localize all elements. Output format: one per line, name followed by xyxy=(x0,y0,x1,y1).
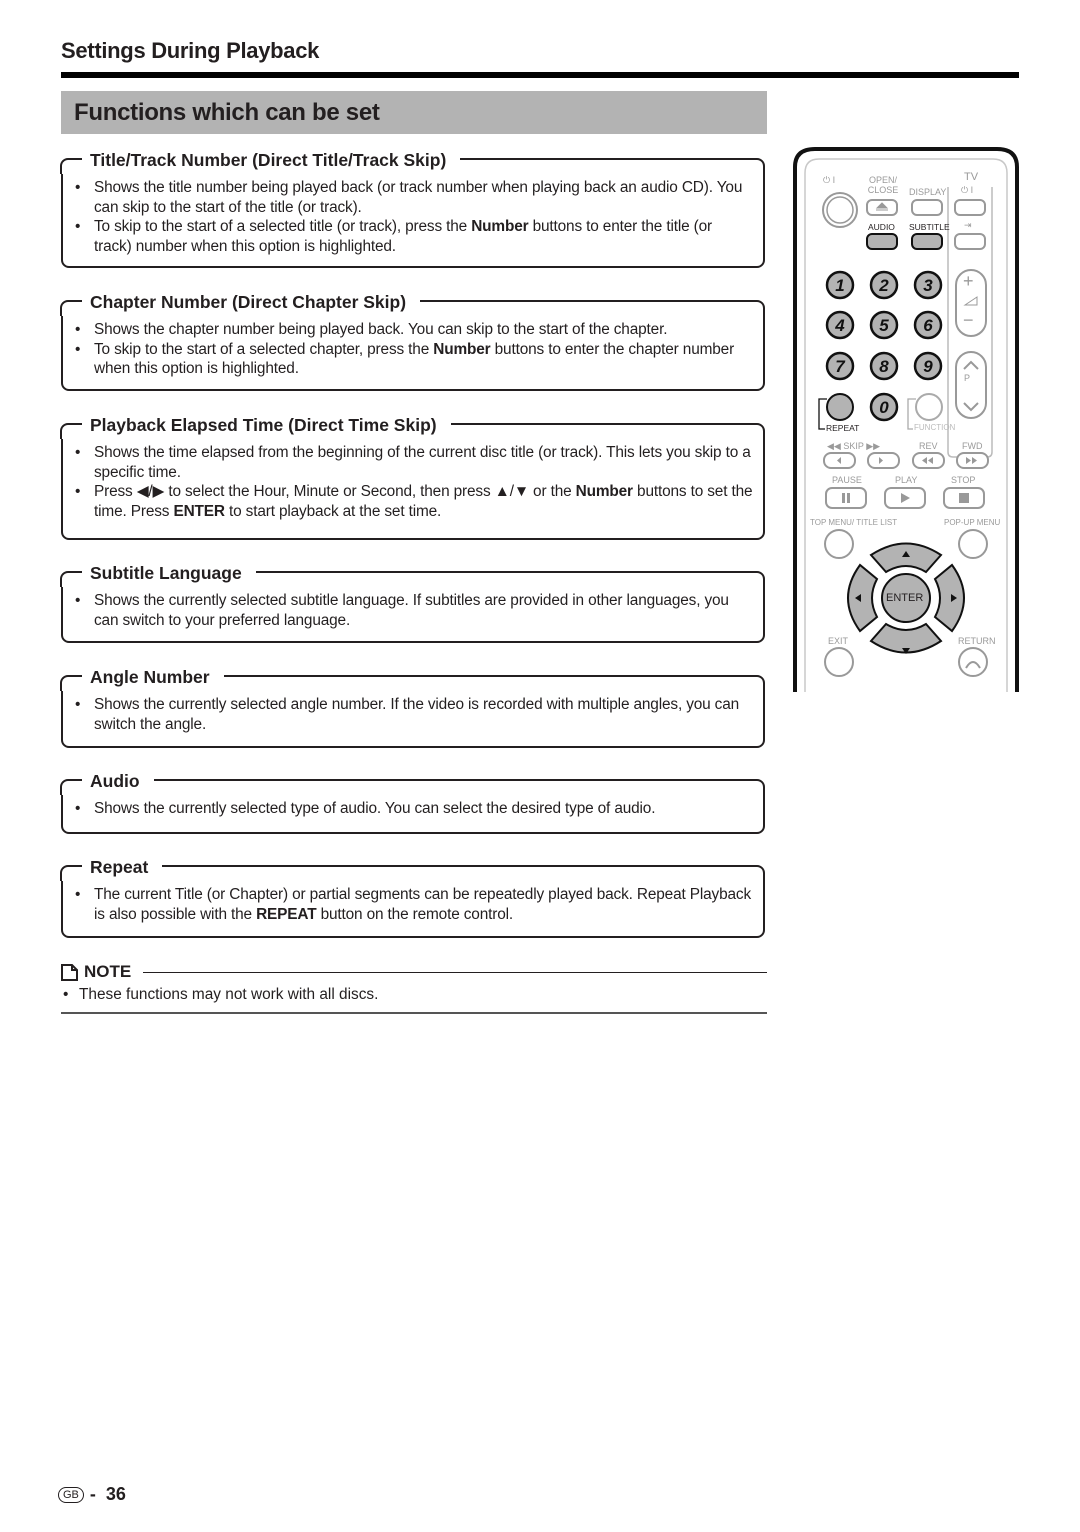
function-box-list: Shows the title number being played back… xyxy=(63,160,763,264)
stop-label: STOP xyxy=(951,475,976,485)
digit-label: 2 xyxy=(878,276,889,295)
page-separator: - xyxy=(89,1484,106,1504)
return-label: RETURN xyxy=(958,636,996,646)
page-heading: Functions which can be set xyxy=(74,99,380,126)
vol-plus-label: + xyxy=(963,271,974,291)
function-box-title: Repeat xyxy=(59,854,163,881)
pause-label: PAUSE xyxy=(832,475,862,485)
note-label: NOTE xyxy=(84,962,132,981)
tv-label: TV xyxy=(964,171,979,183)
function-box: Subtitle Language Shows the currently sel… xyxy=(60,560,765,643)
digit-label: 7 xyxy=(835,357,846,376)
note-bottom-rule xyxy=(61,1012,767,1014)
function-button xyxy=(915,393,943,421)
page-footer: GB - 36 xyxy=(58,1484,126,1505)
page-heading-band: Functions which can be set xyxy=(61,91,767,134)
section-title: Settings During Playback xyxy=(61,38,320,63)
bullet-item: Shows the currently selected type of aud… xyxy=(75,799,753,819)
bullet-item: Press ◀/▶ to select the Hour, Minute or … xyxy=(75,482,753,521)
tv-power-label: ⏻ I xyxy=(961,185,974,195)
section-rule xyxy=(61,72,1019,78)
bullet-item: Shows the currently selected angle numbe… xyxy=(75,695,753,734)
digit-label: 5 xyxy=(879,316,889,335)
digit-label: 8 xyxy=(879,357,889,376)
subtitle-button xyxy=(911,233,943,250)
play-label: PLAY xyxy=(895,475,918,485)
function-box-list: The current Title (or Chapter) or partia… xyxy=(63,867,763,932)
open-close-label: OPEN/ CLOSE xyxy=(867,175,899,195)
display-label: DISPLAY xyxy=(909,187,947,197)
note-text: These functions may not work with all di… xyxy=(61,986,767,1004)
region-badge: GB xyxy=(58,1486,84,1503)
bullet-item: The current Title (or Chapter) or partia… xyxy=(75,885,753,924)
function-box-title: Chapter Number (Direct Chapter Skip) xyxy=(59,289,421,316)
exit-label: EXIT xyxy=(828,636,849,646)
skip-label: ◀◀ SKIP ▶▶ xyxy=(827,441,881,451)
digit-label: 3 xyxy=(923,276,933,295)
enter-label: ENTER xyxy=(886,592,924,604)
input-button xyxy=(954,233,986,250)
bullet-item: To skip to the start of a selected title… xyxy=(75,217,753,256)
function-box: Title/Track Number (Direct Title/Track S… xyxy=(59,147,765,268)
bullet-item: Shows the chapter number being played ba… xyxy=(75,320,753,340)
digit-label: 6 xyxy=(923,316,933,335)
audio-button xyxy=(866,233,898,250)
bullet-item: To skip to the start of a selected chapt… xyxy=(75,340,753,379)
bullet-item: Shows the currently selected subtitle la… xyxy=(75,591,753,630)
tv-power-button xyxy=(954,199,986,216)
function-box-title: Subtitle Language xyxy=(60,560,256,587)
function-label: FUNCTION xyxy=(914,423,956,432)
digit-label: 9 xyxy=(923,357,933,376)
fwd-label: FWD xyxy=(962,441,983,451)
function-box: Chapter Number (Direct Chapter Skip) Show… xyxy=(59,289,765,391)
power-label: ⏻ I xyxy=(823,175,836,185)
function-box: Repeat The current Title (or Chapter) or … xyxy=(59,854,765,938)
function-box: Audio Shows the currently selected type o… xyxy=(60,768,765,834)
channel-label: P xyxy=(964,373,971,383)
top-menu-label: TOP MENU/ TITLE LIST xyxy=(810,518,898,527)
popup-menu-label: POP-UP MENU xyxy=(944,518,1001,527)
repeat-button xyxy=(826,393,854,421)
repeat-label: REPEAT xyxy=(826,423,860,433)
function-box: Angle Number Shows the currently selected… xyxy=(60,664,765,748)
note-rule xyxy=(143,971,767,973)
input-label: ⇥ xyxy=(964,220,972,230)
display-button xyxy=(911,199,943,216)
pause-button xyxy=(825,487,867,509)
rev-label: REV xyxy=(919,441,938,451)
function-box-title: Playback Elapsed Time (Direct Time Skip) xyxy=(60,412,451,439)
top-menu-button xyxy=(824,529,854,559)
page-number: 36 xyxy=(105,1484,126,1504)
function-box-list: Shows the time elapsed from the beginnin… xyxy=(63,425,763,529)
audio-label: AUDIO xyxy=(868,222,895,232)
function-box-list: Shows the currently selected type of aud… xyxy=(63,781,763,827)
exit-button xyxy=(824,647,854,677)
skip-forward-button xyxy=(867,452,900,469)
function-box-title: Title/Track Number (Direct Title/Track S… xyxy=(59,147,461,174)
bullet-item: Shows the time elapsed from the beginnin… xyxy=(75,443,753,482)
function-box-title: Audio xyxy=(60,768,154,795)
function-box-title: Angle Number xyxy=(60,664,224,691)
digit-label: 0 xyxy=(879,398,889,417)
popup-menu-button xyxy=(958,529,988,559)
digit-label: 4 xyxy=(834,316,845,335)
remote-illustration: 1 2 3 4 5 6 7 8 9 0 ⏻ I OPEN/ CLOSE DISPLAY TV ⏻ … xyxy=(793,147,1019,692)
subtitle-label: SUBTITLE xyxy=(909,222,950,232)
function-box: Playback Elapsed Time (Direct Time Skip)… xyxy=(60,412,765,540)
note-icon xyxy=(61,963,78,981)
note-section: NOTE These functions may not work with a… xyxy=(61,962,767,1014)
vol-minus-label: − xyxy=(963,310,974,330)
bullet-item: Shows the title number being played back… xyxy=(75,178,753,217)
remote-body: 1 2 3 4 5 6 7 8 9 0 xyxy=(793,147,1019,692)
digit-label: 1 xyxy=(835,276,844,295)
